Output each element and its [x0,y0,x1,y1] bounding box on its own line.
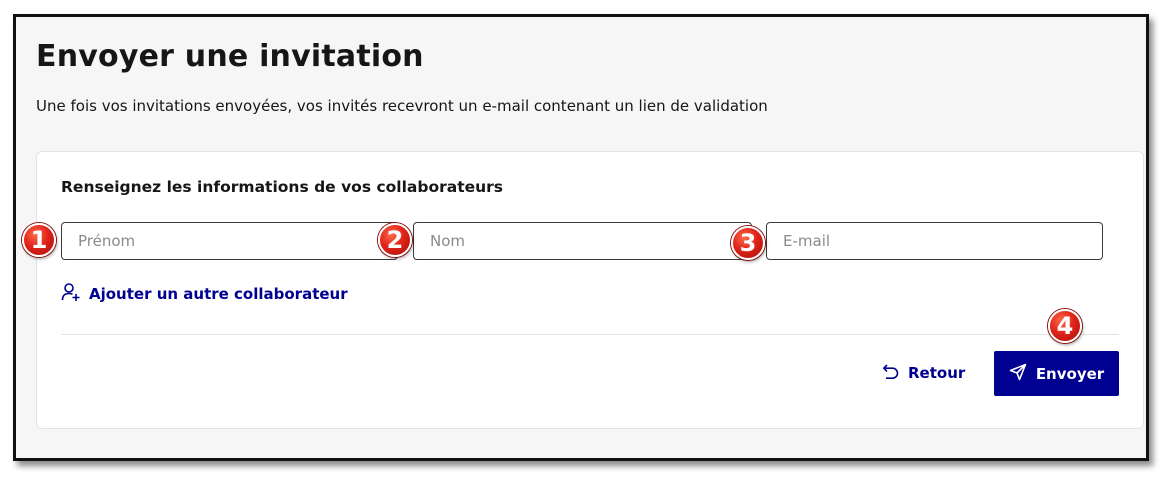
annotation-badge-2: 2 [378,223,412,257]
email-input[interactable] [766,222,1103,260]
send-label: Envoyer [1035,364,1105,383]
annotation-badge-3: 3 [731,226,765,260]
first-name-input[interactable] [61,222,398,260]
screenshot-frame: Envoyer une invitation Une fois vos invi… [13,14,1149,461]
annotation-badge-4: 4 [1048,309,1082,343]
invitation-form-card: Renseignez les informations de vos colla… [36,151,1144,429]
page-title: Envoyer une invitation [36,39,424,74]
annotation-badge-1: 1 [22,223,56,257]
back-label: Retour [908,364,966,382]
user-add-icon [61,282,81,306]
send-icon [1009,363,1027,385]
last-name-input[interactable] [413,222,752,260]
page-subtitle: Une fois vos invitations envoyées, vos i… [36,97,768,115]
add-collaborator-label: Ajouter un autre collaborateur [89,285,348,303]
undo-arrow-icon [882,362,900,384]
back-button[interactable]: Retour [882,362,965,384]
divider [61,334,1119,335]
add-collaborator-link[interactable]: Ajouter un autre collaborateur [61,282,348,306]
send-button[interactable]: Envoyer [994,351,1119,396]
form-heading: Renseignez les informations de vos colla… [61,178,504,196]
